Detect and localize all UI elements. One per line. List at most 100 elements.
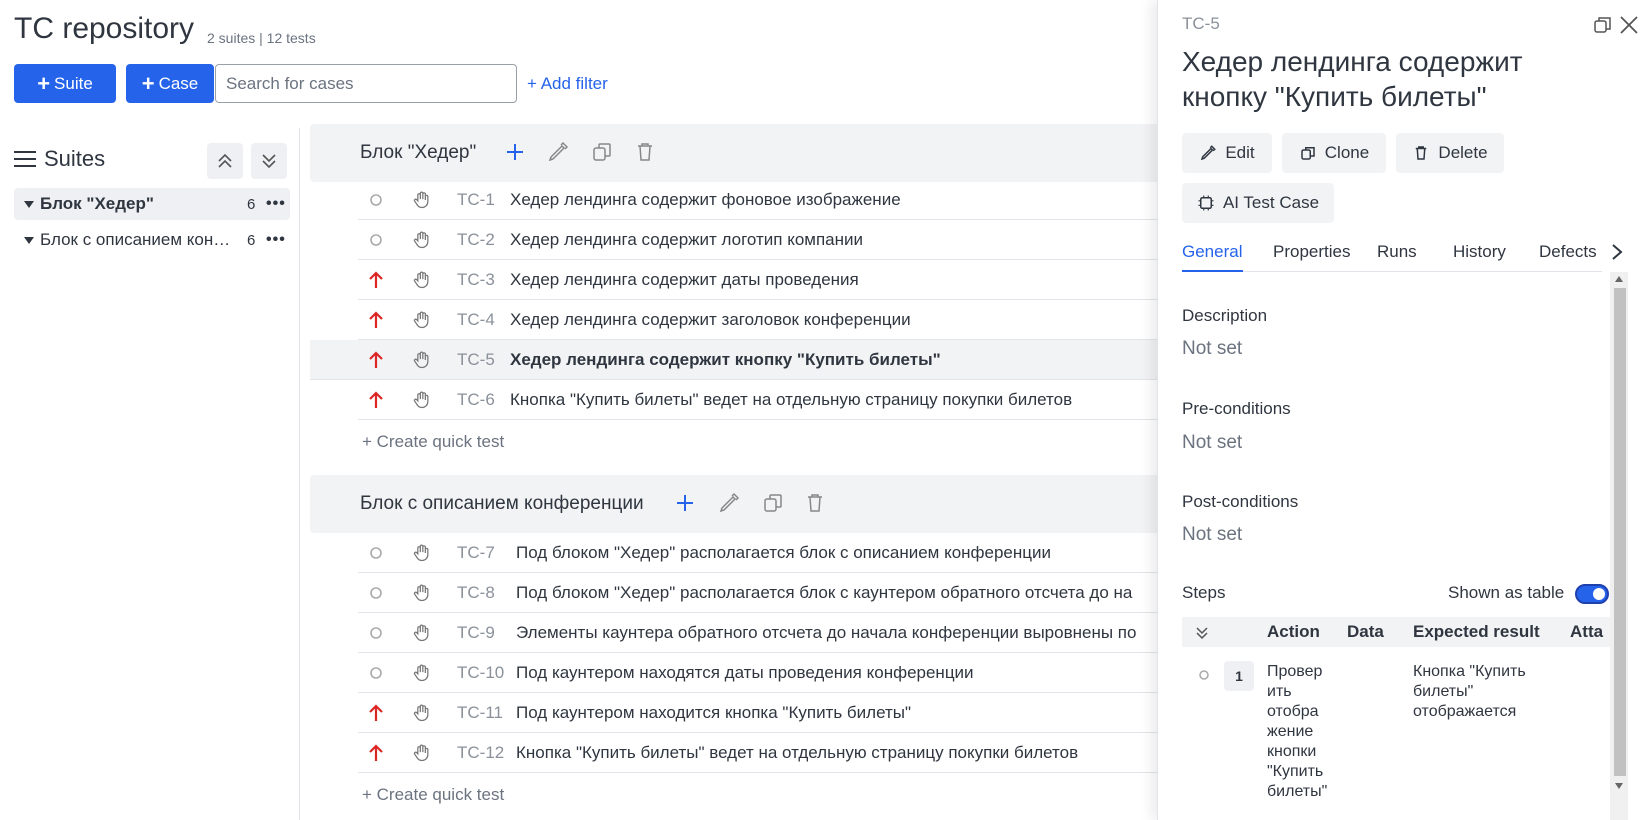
shown-as-table-toggle[interactable] — [1575, 584, 1609, 604]
test-case-row[interactable]: TC-2 Хедер лендинга содержит логотип комп… — [358, 220, 1160, 260]
scroll-up-icon[interactable] — [1614, 275, 1624, 283]
plus-icon: + — [141, 70, 155, 96]
manual-hand-icon — [413, 271, 429, 288]
caret-down-icon[interactable] — [24, 236, 34, 244]
step-action: Провер ить отобра жение кнопки "Купить б… — [1267, 663, 1328, 800]
steps-label: Steps — [1182, 583, 1226, 602]
trash-icon — [1416, 146, 1427, 160]
test-case-name[interactable]: Под каунтером находится кнопка "Купить б… — [516, 703, 911, 723]
pencil-icon — [1201, 145, 1217, 161]
test-case-row[interactable]: TC-4 Хедер лендинга содержит заголовок ко… — [358, 300, 1160, 340]
col-attachments: Atta — [1570, 622, 1604, 641]
clone-button[interactable]: Clone — [1282, 133, 1386, 173]
expand-all-button[interactable] — [251, 143, 287, 179]
case-title: Хедер лендинга содержит кнопку "Купить б… — [1182, 46, 1523, 112]
sidebar-suite-name: Блок "Хедер" — [40, 194, 154, 213]
pencil-icon[interactable] — [717, 491, 741, 515]
create-quick-test-link[interactable]: + Create quick test — [362, 432, 504, 452]
manual-hand-icon — [413, 624, 429, 641]
shown-as-table-label: Shown as table — [1448, 583, 1565, 602]
test-case-name[interactable]: Элементы каунтера обратного отсчета до н… — [516, 623, 1136, 643]
manual-hand-icon — [413, 544, 429, 561]
test-case-row[interactable]: TC-12 Кнопка "Купить билеты" ведет на отд… — [358, 733, 1160, 773]
tab-properties[interactable]: Properties — [1273, 242, 1350, 262]
add-suite-button[interactable]: + Suite — [14, 64, 116, 103]
sidebar-suite-header[interactable]: Блок "Хедер" 6 ••• — [14, 188, 290, 220]
close-icon[interactable] — [1618, 14, 1640, 36]
test-case-row[interactable]: TC-3 Хедер лендинга содержит даты проведе… — [358, 260, 1160, 300]
test-case-name[interactable]: Под блоком "Хедер" располагается блок с … — [516, 543, 1051, 563]
suite-header-bar: Блок с описанием конференции — [310, 475, 1160, 533]
add-case-button[interactable]: + Case — [126, 64, 214, 103]
tab-defects[interactable]: Defects — [1539, 242, 1597, 262]
plus-icon: + — [37, 70, 51, 96]
delete-button[interactable]: Delete — [1396, 133, 1504, 173]
priority-none-circle-icon — [368, 545, 384, 561]
suites-title: Suites — [44, 146, 106, 171]
test-case-code: TC-1 — [457, 189, 495, 209]
test-case-name[interactable]: Хедер лендинга содержит кнопку "Купить б… — [510, 350, 941, 370]
copy-icon[interactable] — [590, 140, 614, 164]
manual-hand-icon — [413, 744, 429, 761]
ai-chip-icon — [1198, 195, 1214, 211]
chevrons-up-icon — [218, 153, 232, 168]
test-case-name[interactable]: Кнопка "Купить билеты" ведет на отдельну… — [516, 743, 1078, 763]
delete-label: Delete — [1438, 143, 1488, 162]
plus-icon[interactable] — [503, 140, 527, 164]
tab-runs[interactable]: Runs — [1377, 242, 1417, 262]
test-case-code: TC-6 — [457, 389, 495, 409]
manual-hand-icon — [413, 584, 429, 601]
ai-test-case-button[interactable]: AI Test Case — [1182, 183, 1334, 223]
edit-button[interactable]: Edit — [1182, 133, 1272, 173]
test-case-row[interactable]: TC-7 Под блоком "Хедер" располагается бло… — [358, 533, 1160, 573]
chevrons-down-icon[interactable] — [1194, 625, 1210, 641]
trash-icon[interactable] — [633, 140, 657, 164]
caret-down-icon[interactable] — [24, 200, 34, 208]
test-case-name[interactable]: Хедер лендинга содержит логотип компании — [510, 230, 863, 250]
test-case-row[interactable]: TC-1 Хедер лендинга содержит фоновое изоб… — [358, 180, 1160, 220]
manual-hand-icon — [413, 664, 429, 681]
scroll-down-icon[interactable] — [1614, 782, 1624, 790]
test-case-name[interactable]: Хедер лендинга содержит заголовок конфер… — [510, 310, 911, 330]
collapse-all-button[interactable] — [207, 143, 243, 179]
pencil-icon[interactable] — [546, 140, 570, 164]
description-value: Not set — [1182, 338, 1243, 359]
tabs-scroll-right[interactable] — [1606, 240, 1628, 264]
test-case-code: TC-7 — [457, 542, 495, 562]
create-quick-test-link[interactable]: + Create quick test — [362, 785, 504, 805]
test-case-name[interactable]: Под каунтером находятся даты проведения … — [516, 663, 974, 683]
test-case-row[interactable]: TC-6 Кнопка "Купить билеты" ведет на отде… — [358, 380, 1160, 420]
tab-general[interactable]: General — [1182, 242, 1242, 262]
test-case-name[interactable]: Хедер лендинга содержит фоновое изображе… — [510, 190, 901, 210]
manual-hand-icon — [413, 704, 429, 721]
chevrons-down-icon — [262, 154, 276, 169]
step-status-circle-icon[interactable] — [1198, 669, 1210, 681]
search-input[interactable] — [215, 64, 517, 103]
priority-high-arrow-icon — [368, 390, 384, 408]
more-icon[interactable]: ••• — [266, 231, 286, 249]
restore-window-icon[interactable] — [1592, 14, 1614, 36]
test-case-code: TC-5 — [457, 349, 495, 369]
test-case-row[interactable]: TC-5 Хедер лендинга содержит кнопку "Купи… — [310, 340, 1160, 380]
test-case-name[interactable]: Кнопка "Купить билеты" ведет на отдельну… — [510, 390, 1072, 410]
priority-none-circle-icon — [368, 665, 384, 681]
test-case-row[interactable]: TC-10 Под каунтером находятся даты провед… — [358, 653, 1160, 693]
test-case-row[interactable]: TC-11 Под каунтером находится кнопка "Куп… — [358, 693, 1160, 733]
sidebar-suite-description[interactable]: Блок с описанием конференции 6 ••• — [14, 224, 290, 256]
tab-history[interactable]: History — [1453, 242, 1506, 262]
case-code: TC-5 — [1182, 14, 1220, 33]
test-case-name[interactable]: Хедер лендинга содержит даты проведения — [510, 270, 859, 290]
test-case-name[interactable]: Под блоком "Хедер" располагается блок с … — [516, 583, 1132, 603]
col-data: Data — [1347, 622, 1384, 641]
test-case-row[interactable]: TC-8 Под блоком "Хедер" располагается бло… — [358, 573, 1160, 613]
scrollbar-thumb[interactable] — [1614, 288, 1626, 776]
menu-icon[interactable] — [14, 149, 38, 169]
more-icon[interactable]: ••• — [266, 195, 286, 213]
add-filter-link[interactable]: + Add filter — [527, 74, 608, 94]
panel-scrollbar[interactable] — [1610, 272, 1628, 820]
copy-icon[interactable] — [761, 491, 785, 515]
trash-icon[interactable] — [803, 491, 827, 515]
plus-icon[interactable] — [673, 491, 697, 515]
test-case-row[interactable]: TC-9 Элементы каунтера обратного отсчета … — [358, 613, 1160, 653]
preconditions-value: Not set — [1182, 432, 1243, 453]
